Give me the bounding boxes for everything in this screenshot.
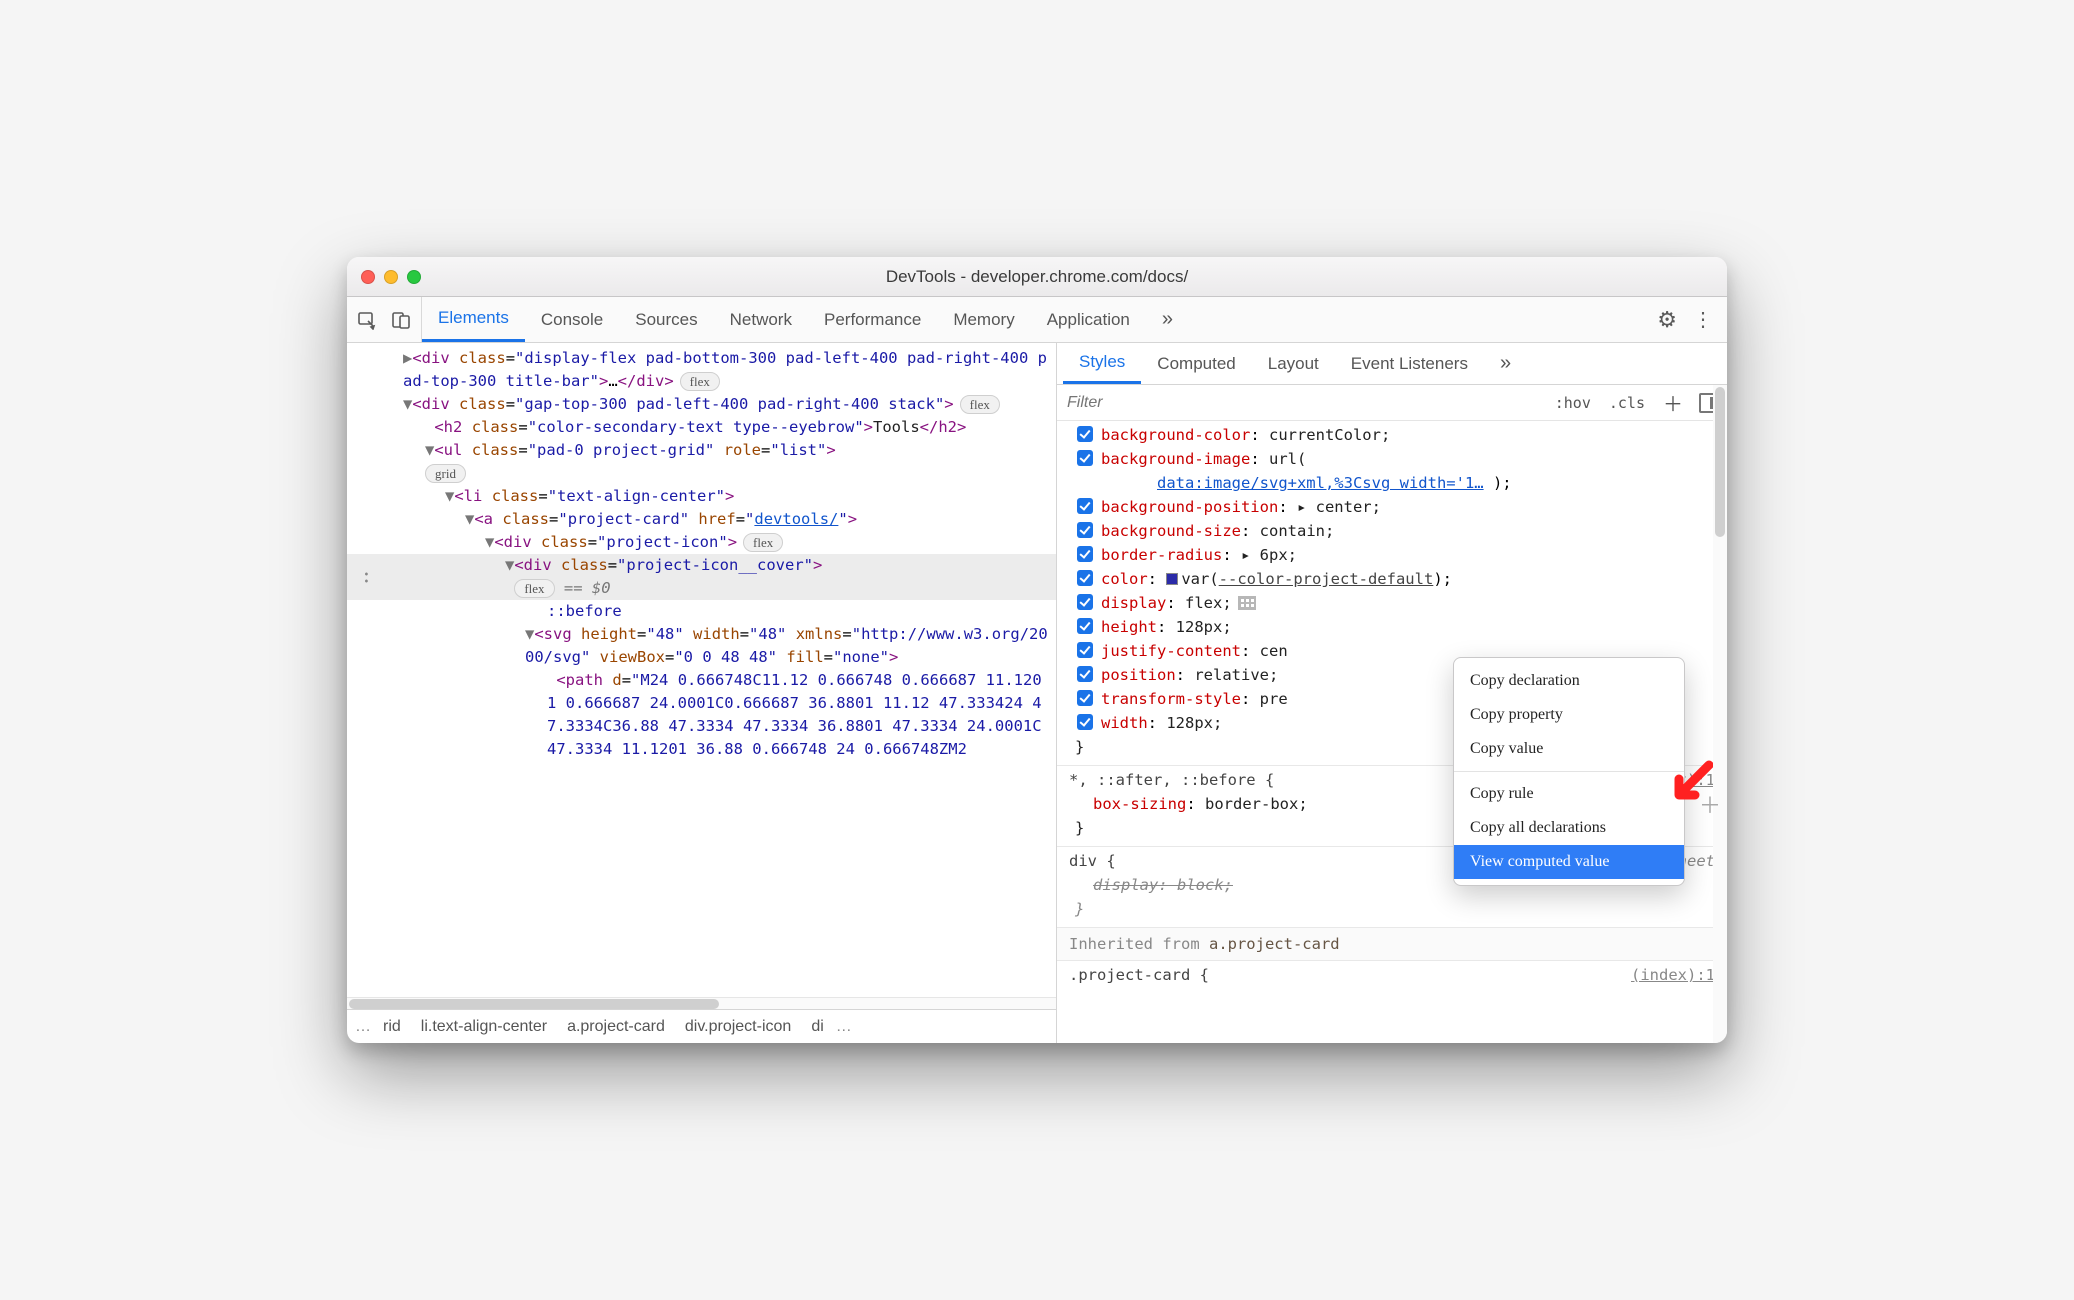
crumb[interactable]: a.project-card bbox=[557, 1014, 675, 1040]
menu-copy-all-declarations[interactable]: Copy all declarations bbox=[1454, 811, 1684, 845]
checkbox-icon[interactable] bbox=[1077, 714, 1093, 730]
layout-badge[interactable]: flex bbox=[743, 533, 783, 552]
style-rules[interactable]: background-color: currentColor; backgrou… bbox=[1057, 421, 1727, 1043]
tab-network[interactable]: Network bbox=[714, 297, 808, 342]
menu-copy-property[interactable]: Copy property bbox=[1454, 698, 1684, 732]
inherited-header: Inherited from a.project-card bbox=[1057, 928, 1727, 961]
tab-computed[interactable]: Computed bbox=[1141, 343, 1251, 384]
checkbox-icon[interactable] bbox=[1077, 570, 1093, 586]
tab-elements[interactable]: Elements bbox=[422, 297, 525, 342]
main-toolbar: Elements Console Sources Network Perform… bbox=[347, 297, 1727, 343]
crumb[interactable]: di bbox=[801, 1014, 833, 1040]
context-menu: Copy declaration Copy property Copy valu… bbox=[1453, 657, 1685, 886]
tab-application[interactable]: Application bbox=[1031, 297, 1146, 342]
checkbox-icon[interactable] bbox=[1077, 522, 1093, 538]
titlebar: DevTools - developer.chrome.com/docs/ bbox=[347, 257, 1727, 297]
v-scrollbar[interactable] bbox=[1713, 385, 1727, 1043]
styles-tabs: Styles Computed Layout Event Listeners » bbox=[1057, 343, 1727, 385]
layout-badge[interactable]: grid bbox=[425, 464, 466, 483]
breadcrumb: … rid li.text-align-center a.project-car… bbox=[347, 1009, 1056, 1043]
elements-panel: ▶<div class="display-flex pad-bottom-300… bbox=[347, 343, 1057, 1043]
selected-node[interactable]: ▼<div class="project-icon__cover"> flex … bbox=[347, 554, 1056, 600]
filter-bar: :hov .cls ＋ bbox=[1057, 385, 1727, 421]
checkbox-icon[interactable] bbox=[1077, 426, 1093, 442]
tab-event-listeners[interactable]: Event Listeners bbox=[1335, 343, 1484, 384]
color-swatch-icon[interactable] bbox=[1166, 573, 1178, 585]
more-menu-icon[interactable]: ⋮ bbox=[1687, 307, 1719, 332]
crumb[interactable]: li.text-align-center bbox=[411, 1014, 557, 1040]
panels-body: ▶<div class="display-flex pad-bottom-300… bbox=[347, 343, 1727, 1043]
checkbox-icon[interactable] bbox=[1077, 642, 1093, 658]
layout-badge[interactable]: flex bbox=[514, 579, 554, 598]
filter-input[interactable] bbox=[1067, 394, 1543, 412]
layout-badge[interactable]: flex bbox=[680, 372, 720, 391]
devtools-window: DevTools - developer.chrome.com/docs/ El… bbox=[347, 257, 1727, 1043]
checkbox-icon[interactable] bbox=[1077, 498, 1093, 514]
menu-view-computed-value[interactable]: View computed value bbox=[1454, 845, 1684, 879]
h-scrollbar[interactable] bbox=[347, 997, 1056, 1009]
checkbox-icon[interactable] bbox=[1077, 690, 1093, 706]
tab-more[interactable]: » bbox=[1484, 343, 1527, 384]
dom-tree[interactable]: ▶<div class="display-flex pad-bottom-300… bbox=[347, 343, 1056, 997]
tab-layout[interactable]: Layout bbox=[1252, 343, 1335, 384]
menu-copy-declaration[interactable]: Copy declaration bbox=[1454, 664, 1684, 698]
checkbox-icon[interactable] bbox=[1077, 666, 1093, 682]
tab-console[interactable]: Console bbox=[525, 297, 619, 342]
checkbox-icon[interactable] bbox=[1077, 450, 1093, 466]
tab-more[interactable]: » bbox=[1146, 297, 1189, 342]
tab-sources[interactable]: Sources bbox=[619, 297, 713, 342]
crumb[interactable]: rid bbox=[373, 1014, 411, 1040]
tab-styles[interactable]: Styles bbox=[1063, 343, 1141, 384]
checkbox-icon[interactable] bbox=[1077, 594, 1093, 610]
layout-badge[interactable]: flex bbox=[960, 395, 1000, 414]
panel-tabs: Elements Console Sources Network Perform… bbox=[422, 297, 1649, 342]
cls-toggle[interactable]: .cls bbox=[1603, 392, 1651, 414]
menu-copy-value[interactable]: Copy value bbox=[1454, 732, 1684, 766]
device-toggle-icon[interactable] bbox=[391, 310, 411, 330]
new-rule-icon[interactable]: ＋ bbox=[1657, 388, 1689, 417]
window-title: DevTools - developer.chrome.com/docs/ bbox=[347, 267, 1727, 287]
tab-memory[interactable]: Memory bbox=[937, 297, 1030, 342]
settings-icon[interactable]: ⚙ bbox=[1657, 307, 1677, 333]
source-link[interactable]: (index):1 bbox=[1631, 963, 1715, 987]
menu-copy-rule[interactable]: Copy rule bbox=[1454, 777, 1684, 811]
hov-toggle[interactable]: :hov bbox=[1549, 392, 1597, 414]
crumb[interactable]: div.project-icon bbox=[675, 1014, 801, 1040]
annotation-arrow-icon bbox=[1669, 759, 1713, 810]
flex-editor-icon[interactable] bbox=[1238, 596, 1256, 610]
tab-performance[interactable]: Performance bbox=[808, 297, 937, 342]
styles-panel: Styles Computed Layout Event Listeners »… bbox=[1057, 343, 1727, 1043]
checkbox-icon[interactable] bbox=[1077, 546, 1093, 562]
inspect-icon[interactable] bbox=[357, 310, 377, 330]
checkbox-icon[interactable] bbox=[1077, 618, 1093, 634]
